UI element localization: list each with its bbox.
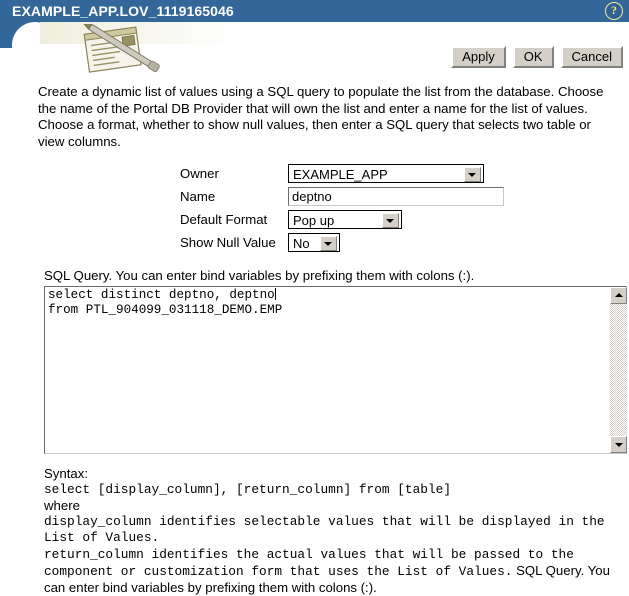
owner-field-cell: EXAMPLE_APP bbox=[288, 162, 504, 185]
sql-query-label: SQL Query. You can enter bind variables … bbox=[44, 268, 475, 283]
form-row-default-format: Default Format Pop up bbox=[0, 208, 504, 231]
chevron-down-icon[interactable] bbox=[320, 236, 337, 251]
owner-select-value: EXAMPLE_APP bbox=[293, 167, 388, 182]
owner-select[interactable]: EXAMPLE_APP bbox=[288, 164, 484, 183]
show-null-value-select-value: No bbox=[293, 236, 310, 251]
blue-corner-decoration bbox=[0, 22, 58, 68]
chevron-down-icon[interactable] bbox=[464, 167, 481, 182]
form-row-name: Name bbox=[0, 185, 504, 208]
owner-label: Owner bbox=[180, 166, 219, 181]
default-format-select[interactable]: Pop up bbox=[288, 210, 402, 229]
show-null-value-field-cell: No bbox=[288, 231, 504, 254]
default-format-field-cell: Pop up bbox=[288, 208, 504, 231]
scroll-up-arrow-icon[interactable] bbox=[610, 287, 627, 304]
syntax-return-column-desc: return_column identifies the actual valu… bbox=[44, 547, 582, 579]
sql-query-line-1: select distinct deptno, deptno bbox=[48, 288, 275, 302]
ok-button[interactable]: OK bbox=[512, 46, 554, 68]
lov-form: Owner EXAMPLE_APP Name Default Format Po… bbox=[0, 162, 504, 254]
default-format-label: Default Format bbox=[180, 212, 268, 227]
title-bar: EXAMPLE_APP.LOV_1119165046 ? bbox=[0, 0, 629, 22]
sql-scrollbar[interactable] bbox=[609, 287, 627, 453]
syntax-display-column-desc: display_column identifies selectable val… bbox=[44, 514, 613, 545]
notepad-and-pen-logo bbox=[62, 24, 192, 78]
description-text: Create a dynamic list of values using a … bbox=[38, 84, 604, 149]
scroll-down-arrow-icon[interactable] bbox=[610, 436, 627, 453]
scrollbar-track[interactable] bbox=[610, 304, 627, 436]
chevron-down-icon[interactable] bbox=[382, 213, 399, 228]
sql-query-content: select distinct deptno, deptno from PTL_… bbox=[48, 288, 606, 318]
name-input[interactable] bbox=[288, 187, 504, 206]
cancel-button[interactable]: Cancel bbox=[560, 46, 623, 68]
text-cursor bbox=[274, 288, 276, 300]
banner-region: Apply OK Cancel bbox=[0, 22, 629, 78]
sql-query-textarea[interactable]: select distinct deptno, deptno from PTL_… bbox=[44, 286, 627, 454]
syntax-signature: select [display_column], [return_column]… bbox=[44, 482, 452, 497]
apply-button[interactable]: Apply bbox=[451, 46, 506, 68]
syntax-help: Syntax: select [display_column], [return… bbox=[44, 466, 629, 596]
default-format-select-value: Pop up bbox=[293, 213, 335, 228]
action-button-bar: Apply OK Cancel bbox=[451, 46, 623, 68]
syntax-heading: Syntax: bbox=[44, 466, 88, 481]
form-row-show-null-value: Show Null Value No bbox=[0, 231, 504, 254]
name-label: Name bbox=[180, 189, 216, 204]
sql-query-line-2: from PTL_904099_031118_DEMO.EMP bbox=[48, 303, 283, 317]
name-field-cell bbox=[288, 185, 504, 208]
page-title: EXAMPLE_APP.LOV_1119165046 bbox=[12, 3, 234, 19]
syntax-where: where bbox=[44, 498, 80, 513]
form-row-owner: Owner EXAMPLE_APP bbox=[0, 162, 504, 185]
show-null-value-select[interactable]: No bbox=[288, 233, 340, 252]
show-null-value-label: Show Null Value bbox=[180, 235, 276, 250]
help-icon[interactable]: ? bbox=[605, 2, 623, 20]
